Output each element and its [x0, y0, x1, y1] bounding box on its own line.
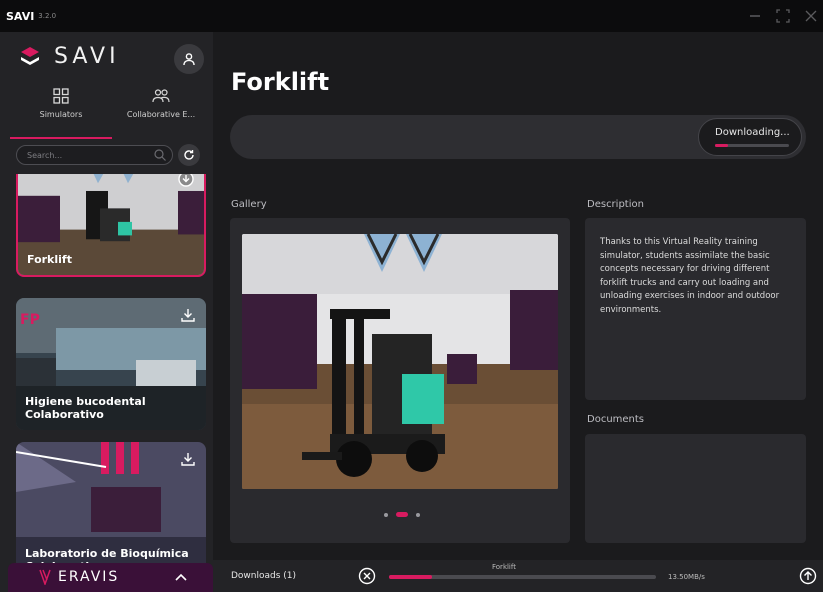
- refresh-button[interactable]: [178, 144, 200, 166]
- arrow-up-circle-icon[interactable]: [799, 567, 817, 585]
- search-icon[interactable]: [153, 148, 167, 162]
- app-name: SAVI: [6, 9, 35, 23]
- savi-logo-icon: [21, 46, 39, 65]
- simulator-thumbnail: [16, 442, 206, 564]
- download-status-button[interactable]: Downloading...: [698, 118, 802, 156]
- download-icon[interactable]: [177, 174, 195, 188]
- download-item-track: [389, 575, 656, 579]
- title-bar: SAVI 3.2.0: [0, 0, 823, 32]
- eravis-logo-icon: [39, 569, 51, 585]
- sidebar-tabs: Simulators Collaborative E...: [10, 86, 206, 139]
- download-status-text: Downloading...: [715, 127, 790, 138]
- user-icon: [183, 53, 195, 66]
- page-title: Forklift: [231, 68, 330, 96]
- downloads-label: Downloads (1): [231, 571, 297, 581]
- close-icon[interactable]: [799, 0, 823, 32]
- simulator-card-higiene[interactable]: FP Higiene bucodental Colaborativo: [16, 298, 206, 430]
- simulator-card-title: Laboratorio de Bioquímica Colaborativo: [25, 547, 189, 564]
- documents-label: Documents: [587, 414, 645, 425]
- description-text: Thanks to this Virtual Reality training …: [600, 237, 780, 315]
- footer-brand: ERAVIS: [58, 569, 120, 585]
- tab-simulators[interactable]: Simulators: [10, 86, 112, 138]
- tab-simulators-label: Simulators: [39, 110, 83, 119]
- simulator-card-title: Higiene bucodental Colaborativo: [25, 395, 146, 421]
- gallery-label: Gallery: [231, 199, 267, 210]
- users-icon: [152, 89, 170, 103]
- logo-text: SAVI: [54, 44, 120, 69]
- app-version: 3.2.0: [38, 12, 57, 20]
- download-item-name: Forklift: [492, 563, 516, 571]
- tab-collaborative[interactable]: Collaborative E...: [116, 86, 206, 138]
- maximize-icon[interactable]: [771, 0, 795, 32]
- gallery-dot-active[interactable]: [396, 512, 408, 517]
- sidebar-footer[interactable]: ERAVIS: [8, 563, 213, 592]
- download-progress-track: [715, 144, 789, 147]
- download-progress-fill: [715, 144, 729, 147]
- gallery-image[interactable]: [242, 234, 558, 489]
- simulator-card-forklift[interactable]: Forklift: [16, 174, 206, 277]
- search-box: [16, 145, 173, 165]
- svg-text:FP: FP: [20, 312, 40, 328]
- download-progress-panel: Downloading...: [230, 115, 806, 159]
- description-panel: Thanks to this Virtual Reality training …: [585, 218, 806, 400]
- search-input[interactable]: [27, 148, 147, 162]
- download-icon[interactable]: [179, 306, 197, 324]
- main-content: Forklift Downloading... Gallery Descript…: [213, 32, 823, 560]
- minimize-icon[interactable]: [743, 0, 767, 32]
- grid-icon: [53, 88, 69, 104]
- gallery-panel: [230, 218, 570, 543]
- documents-panel: [585, 434, 806, 543]
- download-icon[interactable]: [179, 450, 197, 468]
- simulator-list: Forklift FP Higiene bucodental Colaborat…: [16, 174, 206, 564]
- user-button[interactable]: [174, 44, 204, 74]
- refresh-icon: [184, 150, 194, 160]
- cancel-download-icon[interactable]: [358, 567, 376, 585]
- downloads-bar: Downloads (1) Forklift 13.50MB/s: [213, 560, 823, 592]
- simulator-card-laboratorio[interactable]: Laboratorio de Bioquímica Colaborativo: [16, 442, 206, 564]
- chevron-up-icon[interactable]: [173, 569, 189, 585]
- tab-active-indicator: [10, 137, 112, 139]
- simulator-card-title: Forklift: [27, 253, 72, 266]
- gallery-dot[interactable]: [384, 512, 388, 517]
- logo: SAVI: [18, 44, 120, 69]
- sidebar: SAVI Simulators Collaborative E... Searc…: [0, 32, 213, 592]
- description-label: Description: [587, 199, 644, 210]
- download-speed: 13.50MB/s: [668, 573, 705, 581]
- gallery-pagination: [380, 512, 424, 517]
- download-item-fill: [389, 575, 432, 579]
- tab-collaborative-label: Collaborative E...: [126, 110, 196, 119]
- gallery-dot[interactable]: [416, 512, 420, 517]
